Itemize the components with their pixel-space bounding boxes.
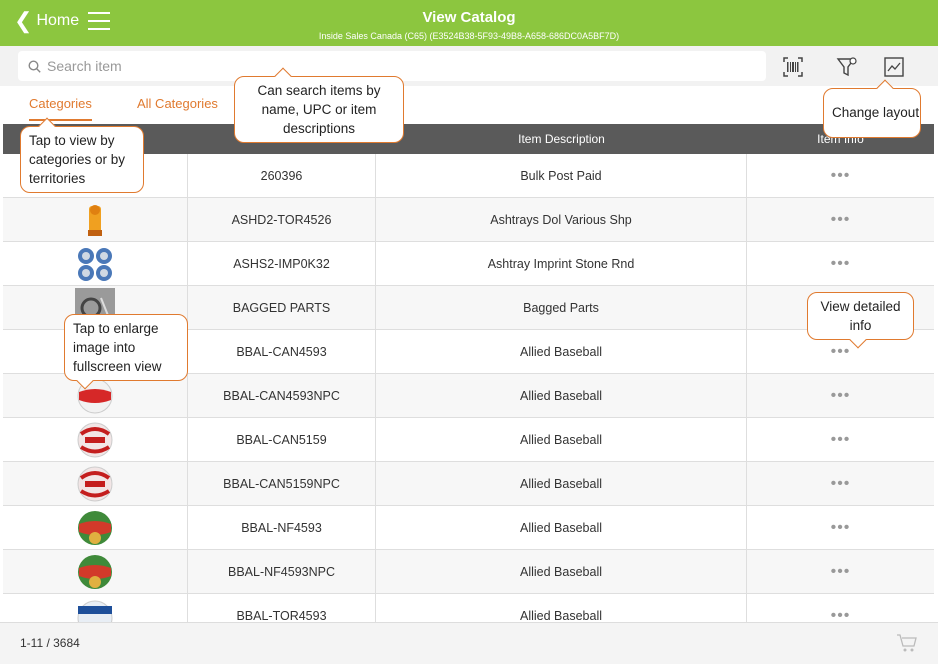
- filter-icon[interactable]: [836, 56, 858, 78]
- image-cell: [3, 506, 188, 550]
- item-info-button[interactable]: •••: [747, 374, 934, 418]
- barcode-scan-icon[interactable]: [782, 56, 804, 78]
- image-cell: [3, 198, 188, 242]
- item-number-cell: BBAL-TOR4593: [188, 594, 376, 622]
- item-info-button[interactable]: •••: [747, 462, 934, 506]
- item-info-button[interactable]: •••: [747, 506, 934, 550]
- item-number-cell: BBAL-NF4593NPC: [188, 550, 376, 594]
- item-description-cell: Allied Baseball: [376, 374, 747, 418]
- image-cell: [3, 418, 188, 462]
- item-info-button[interactable]: •••: [747, 242, 934, 286]
- item-thumbnail-image[interactable]: [75, 552, 115, 592]
- footer: 1-11 / 3684: [0, 622, 938, 664]
- callout-search-text: Can search items by name, UPC or item de…: [257, 83, 381, 136]
- item-description-cell: Allied Baseball: [376, 506, 747, 550]
- item-thumbnail-image[interactable]: [75, 508, 115, 548]
- item-table: 260396 Bulk Post Paid ••• ASHD2-TOR4526 Asht…: [3, 154, 934, 622]
- callout-info-text: View detailed info: [820, 299, 901, 333]
- image-cell: [3, 462, 188, 506]
- cart-icon[interactable]: [896, 632, 918, 654]
- item-thumbnail-image[interactable]: [75, 244, 115, 284]
- table-row[interactable]: BBAL-NF4593NPC Allied Baseball •••: [3, 550, 934, 594]
- pager-count: 1-11 / 3684: [20, 636, 80, 650]
- item-info-button[interactable]: •••: [747, 594, 934, 622]
- column-header-item-description: Item Description: [518, 132, 605, 146]
- image-cell: [3, 242, 188, 286]
- item-thumbnail-image[interactable]: [75, 596, 115, 622]
- search-row: [0, 46, 938, 86]
- item-number-cell: ASHD2-TOR4526: [188, 198, 376, 242]
- item-description-cell: Ashtray Imprint Stone Rnd: [376, 242, 747, 286]
- item-info-button[interactable]: •••: [747, 154, 934, 198]
- item-number-cell: BBAL-CAN4593NPC: [188, 374, 376, 418]
- callout-search: Can search items by name, UPC or item de…: [234, 67, 404, 143]
- callout-image: Tap to enlarge image into fullscreen vie…: [64, 314, 188, 390]
- callout-info: View detailed info: [807, 292, 914, 349]
- item-info-button[interactable]: •••: [747, 418, 934, 462]
- item-description-cell: Allied Baseball: [376, 462, 747, 506]
- tab-all-categories[interactable]: All Categories: [137, 96, 218, 111]
- callout-layout: Change layout: [823, 79, 921, 138]
- callout-categories: Tap to view by categories or by territor…: [20, 117, 144, 193]
- table-row[interactable]: ASHS2-IMP0K32 Ashtray Imprint Stone Rnd ••…: [3, 242, 934, 286]
- item-thumbnail-image[interactable]: [75, 420, 115, 460]
- page-subtitle: Inside Sales Canada (C65) (E3524B38-5F93…: [318, 31, 620, 41]
- item-number-cell: BBAL-CAN5159: [188, 418, 376, 462]
- search-input[interactable]: [47, 58, 647, 74]
- item-number-cell: BBAL-CAN4593: [188, 330, 376, 374]
- page-title: View Catalog: [422, 9, 516, 26]
- item-description-cell: Allied Baseball: [376, 418, 747, 462]
- callout-categories-text: Tap to view by categories or by territor…: [29, 133, 126, 186]
- callout-layout-text: Change layout: [832, 105, 920, 120]
- image-cell: [3, 594, 188, 622]
- item-description-cell: Bagged Parts: [376, 286, 747, 330]
- table-row[interactable]: BBAL-CAN5159 Allied Baseball •••: [3, 418, 934, 462]
- top-bar: ❮ Home View Catalog Inside Sales Canada …: [0, 0, 938, 46]
- item-description-cell: Allied Baseball: [376, 550, 747, 594]
- item-thumbnail-image[interactable]: [75, 200, 115, 240]
- table-row[interactable]: BBAL-CAN5159NPC Allied Baseball •••: [3, 462, 934, 506]
- item-number-cell: BAGGED PARTS: [188, 286, 376, 330]
- tab-categories[interactable]: Categories: [29, 96, 92, 121]
- item-number-cell: BBAL-CAN5159NPC: [188, 462, 376, 506]
- item-number-cell: BBAL-NF4593: [188, 506, 376, 550]
- item-info-button[interactable]: •••: [747, 198, 934, 242]
- item-description-cell: Allied Baseball: [376, 330, 747, 374]
- table-row[interactable]: BBAL-NF4593 Allied Baseball •••: [3, 506, 934, 550]
- item-info-button[interactable]: •••: [747, 550, 934, 594]
- item-number-cell: 260396: [188, 154, 376, 198]
- item-description-cell: Allied Baseball: [376, 594, 747, 622]
- item-thumbnail-image[interactable]: [75, 464, 115, 504]
- category-tabs: Categories All Categories: [0, 86, 938, 124]
- table-row[interactable]: BBAL-TOR4593 Allied Baseball •••: [3, 594, 934, 622]
- table-row[interactable]: ASHD2-TOR4526 Ashtrays Dol Various Shp •••: [3, 198, 934, 242]
- image-cell: [3, 550, 188, 594]
- item-description-cell: Ashtrays Dol Various Shp: [376, 198, 747, 242]
- item-description-cell: Bulk Post Paid: [376, 154, 747, 198]
- item-number-cell: ASHS2-IMP0K32: [188, 242, 376, 286]
- callout-image-text: Tap to enlarge image into fullscreen vie…: [73, 321, 162, 374]
- search-icon: [28, 59, 41, 73]
- chart-layout-icon[interactable]: [883, 56, 905, 78]
